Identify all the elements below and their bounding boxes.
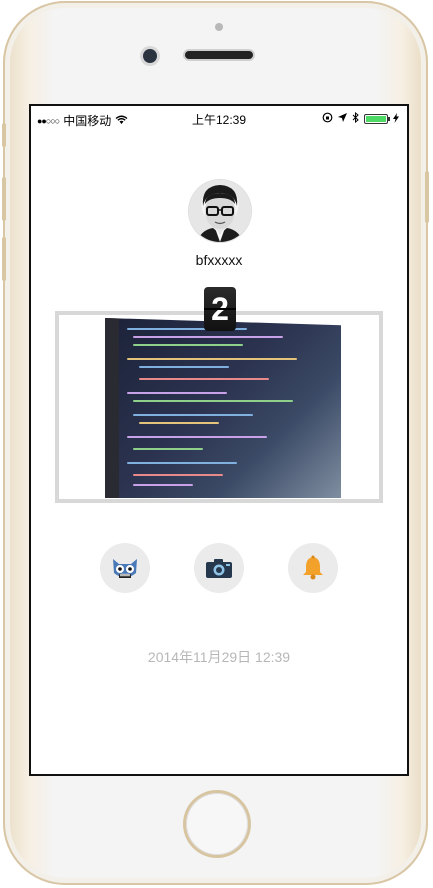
bluetooth-icon (352, 111, 359, 126)
code-line (139, 378, 269, 380)
notification-button[interactable] (288, 543, 338, 593)
code-line (133, 484, 193, 486)
code-line (139, 422, 219, 424)
code-line (127, 462, 237, 464)
status-right (322, 111, 399, 126)
code-line (133, 448, 203, 450)
battery-icon (364, 114, 390, 124)
power-button (425, 171, 429, 223)
code-line (133, 344, 243, 346)
code-line (133, 400, 293, 402)
code-line (127, 436, 267, 438)
volume-up-button (2, 177, 6, 221)
home-button[interactable] (186, 793, 248, 855)
rotation-lock-icon (322, 112, 333, 126)
profile-avatar[interactable] (189, 180, 251, 242)
code-line (139, 366, 229, 368)
camera-icon (206, 559, 232, 578)
battery-fill (366, 116, 386, 122)
bell-icon (303, 555, 323, 580)
volume-down-button (2, 237, 6, 281)
avatar-portrait (197, 185, 243, 242)
code-line (133, 336, 283, 338)
sensor-dot (215, 23, 223, 31)
screen: ●●○○○ 中国移动 上午12:39 bfxxxxx 2 2014年11月29日… (29, 104, 409, 776)
earpiece-speaker (185, 51, 253, 59)
cat-monster-icon (113, 559, 137, 578)
username-label: bfxxxxx (195, 252, 243, 268)
code-line (127, 392, 227, 394)
flip-counter: 2 (204, 287, 236, 331)
code-line (127, 358, 297, 360)
location-arrow-icon (338, 113, 347, 125)
code-photo[interactable] (105, 318, 341, 498)
mute-switch (2, 123, 6, 147)
phone-frame: ●●○○○ 中国移动 上午12:39 bfxxxxx 2 2014年11月29日… (2, 1, 429, 885)
camera-button[interactable] (194, 543, 244, 593)
monster-button[interactable] (100, 543, 150, 593)
status-bar: ●●○○○ 中国移动 上午12:39 (31, 106, 407, 132)
charging-bolt-icon (393, 112, 399, 126)
code-line (133, 414, 253, 416)
editor-gutter (105, 318, 119, 498)
front-camera (143, 49, 157, 63)
code-line (133, 474, 223, 476)
timestamp-label: 2014年11月29日 12:39 (147, 649, 291, 665)
